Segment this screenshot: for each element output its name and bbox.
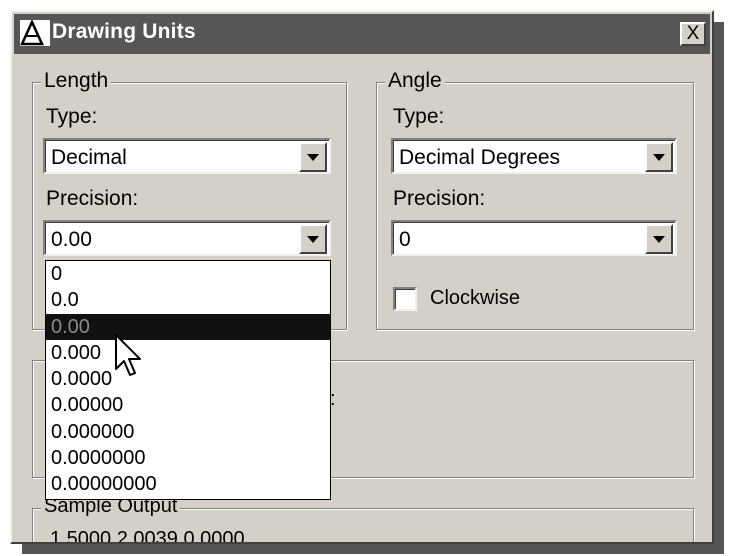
angle-precision-value: 0	[399, 228, 411, 251]
close-button[interactable]: X	[680, 22, 706, 46]
precision-option-6[interactable]: 0.000000	[46, 419, 330, 445]
sample-output-value: 1.5000,2.0039,0.0000	[50, 528, 245, 544]
length-precision-value: 0.00	[51, 228, 92, 251]
precision-option-1[interactable]: 0.0	[46, 287, 330, 313]
precision-option-3[interactable]: 0.000	[46, 340, 330, 366]
precision-option-8[interactable]: 0.00000000	[46, 471, 330, 497]
length-precision-label: Precision:	[46, 187, 139, 210]
triangle-down-icon[interactable]	[645, 142, 673, 172]
angle-type-label: Type:	[393, 105, 445, 128]
angle-precision-select[interactable]: 0	[391, 220, 677, 256]
angle-type-value: Decimal Degrees	[399, 146, 561, 169]
clockwise-checkbox[interactable]	[393, 287, 417, 311]
precision-option-5[interactable]: 0.00000	[46, 392, 330, 418]
precision-option-4[interactable]: 0.0000	[46, 366, 330, 392]
triangle-down-icon[interactable]	[645, 224, 673, 254]
precision-dropdown-list[interactable]: 0 0.0 0.00 0.000 0.0000 0.00000 0.000000…	[45, 260, 331, 500]
drawing-units-dialog: Drawing Units X Length Type: Decimal Pre…	[10, 10, 714, 544]
length-type-label: Type:	[46, 105, 98, 128]
triangle-down-icon[interactable]	[299, 224, 327, 254]
length-type-value: Decimal	[51, 146, 127, 169]
length-precision-select[interactable]: 0.00	[43, 220, 331, 256]
mouse-pointer-icon	[115, 334, 141, 376]
precision-option-7[interactable]: 0.0000000	[46, 445, 330, 471]
clockwise-label[interactable]: Clockwise	[430, 287, 520, 310]
triangle-down-icon[interactable]	[299, 142, 327, 172]
length-type-select[interactable]: Decimal	[43, 138, 331, 174]
title-bar[interactable]: Drawing Units X	[14, 14, 710, 54]
autocad-app-icon	[20, 20, 50, 46]
angle-precision-label: Precision:	[393, 187, 486, 210]
precision-option-0[interactable]: 0	[46, 261, 330, 287]
angle-type-select[interactable]: Decimal Degrees	[391, 138, 677, 174]
precision-option-2-selected[interactable]: 0.00	[46, 313, 330, 340]
length-group-label: Length	[41, 69, 112, 93]
window-title: Drawing Units	[52, 20, 196, 43]
angle-group-label: Angle	[385, 69, 445, 93]
